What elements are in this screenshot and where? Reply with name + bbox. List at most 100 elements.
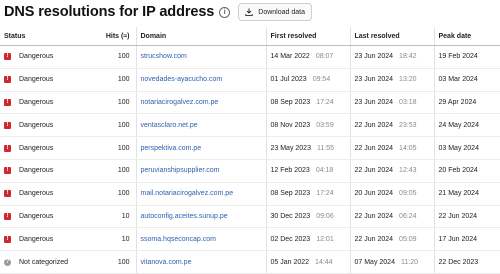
last-resolved-cell: 22 Jun 2024 05:09 — [349, 227, 434, 252]
domain-cell: autoconfig.aceites.sunup.pe — [135, 205, 266, 229]
domain-link[interactable]: ssoma.hqseconcap.com — [141, 236, 216, 243]
first-resolved-date: 30 Dec 2023 — [270, 212, 311, 220]
status-cell: ! Dangerous — [0, 91, 80, 115]
last-resolved-time: 09:05 — [399, 190, 417, 198]
peak-date-cell: 24 May 2024 — [433, 113, 500, 138]
last-resolved-cell: 23 Jun 2024 13:20 — [349, 68, 434, 92]
last-resolved-date: 22 Jun 2024 — [354, 167, 394, 175]
status-label: Dangerous — [19, 98, 54, 106]
peak-date-cell: 03 Mar 2024 — [433, 68, 500, 92]
column-header-domain[interactable]: Domain — [135, 27, 266, 46]
first-resolved-time: 17:24 — [316, 98, 334, 106]
page-title: DNS resolutions for IP address — [4, 4, 215, 20]
first-resolved-time: 04:18 — [315, 167, 334, 175]
domain-cell: peruvianshipsupplier.com — [135, 159, 266, 183]
column-header-last-resolved[interactable]: Last resolved — [349, 27, 434, 46]
column-header-status[interactable]: Status — [0, 27, 80, 46]
domain-link[interactable]: vitanova.com.pe — [141, 259, 192, 266]
domain-link[interactable]: autoconfig.aceites.sunup.pe — [141, 213, 228, 220]
hits-value: 10 — [80, 227, 136, 252]
domain-cell: mail.notariacirogalvez.com.pe — [135, 182, 266, 206]
table-row[interactable]: ! Dangerous 100 strucshow.com 14 Mar 2022 08:… — [0, 45, 500, 69]
domain-link[interactable]: mail.notariacirogalvez.com.pe — [141, 190, 234, 197]
table-row[interactable]: ! Dangerous 100 peruvianshipsupplier.com 12 … — [0, 159, 500, 183]
status-label: Dangerous — [19, 212, 54, 220]
first-resolved-date: 08 Nov 2023 — [270, 121, 311, 129]
table-row[interactable]: ! Dangerous 100 perspektiva.com.pe 23 May 20… — [0, 136, 500, 160]
domain-link[interactable]: perspektiva.com.pe — [141, 145, 202, 152]
status-label: Dangerous — [19, 235, 54, 243]
last-resolved-date: 22 Jun 2024 — [354, 121, 394, 129]
first-resolved-cell: 02 Dec 2023 12:01 — [265, 227, 350, 252]
last-resolved-time: 03:18 — [399, 98, 417, 106]
first-resolved-cell: 14 Mar 2022 08:07 — [265, 45, 350, 69]
last-resolved-cell: 07 May 2024 11:20 — [349, 250, 434, 274]
danger-icon: ! — [4, 190, 11, 198]
column-header-first-resolved[interactable]: First resolved — [265, 27, 350, 46]
status-cell: ! Dangerous — [0, 205, 80, 229]
status-cell: ? Not categorized — [0, 250, 80, 274]
hits-value: 100 — [80, 159, 136, 183]
domain-cell: ssoma.hqseconcap.com — [135, 227, 266, 252]
first-resolved-date: 23 May 2023 — [270, 144, 311, 152]
domain-link[interactable]: strucshow.com — [141, 53, 187, 60]
download-icon — [245, 8, 253, 16]
danger-icon: ! — [4, 121, 11, 129]
first-resolved-time: 14:44 — [315, 258, 333, 266]
peak-date-cell: 19 Feb 2024 — [433, 45, 500, 69]
first-resolved-date: 05 Jan 2022 — [270, 258, 310, 266]
first-resolved-date: 14 Mar 2022 — [270, 53, 310, 61]
table-row[interactable]: ! Dangerous 100 ventasclaro.net.pe 08 Nov 20… — [0, 113, 500, 138]
status-label: Dangerous — [19, 144, 54, 152]
status-cell: ! Dangerous — [0, 45, 80, 69]
status-label: Dangerous — [19, 53, 54, 61]
hits-value: 10 — [80, 205, 136, 229]
peak-date-cell: 20 Feb 2024 — [433, 159, 500, 183]
last-resolved-date: 07 May 2024 — [354, 258, 395, 266]
first-resolved-cell: 23 May 2023 11:55 — [265, 136, 350, 160]
table-row[interactable]: ! Dangerous 100 novedades-ayacucho.com 01 Ju… — [0, 68, 500, 92]
first-resolved-time: 03:59 — [316, 121, 334, 129]
table-row[interactable]: ! Dangerous 100 notariacirogalvez.com.pe 08 … — [0, 91, 500, 115]
status-cell: ! Dangerous — [0, 227, 80, 252]
danger-icon: ! — [4, 235, 11, 243]
domain-link[interactable]: peruvianshipsupplier.com — [141, 167, 220, 174]
domain-link[interactable]: notariacirogalvez.com.pe — [141, 99, 219, 106]
status-label: Dangerous — [19, 121, 54, 129]
column-header-peak-date[interactable]: Peak date — [433, 27, 500, 46]
first-resolved-date: 08 Sep 2023 — [270, 98, 311, 106]
status-label: Dangerous — [19, 167, 54, 175]
status-cell: ! Dangerous — [0, 113, 80, 138]
danger-icon: ! — [4, 53, 11, 61]
table-row[interactable]: ! Dangerous 10 ssoma.hqseconcap.com 02 Dec 2… — [0, 227, 500, 252]
danger-icon: ! — [4, 212, 11, 220]
column-header-hits[interactable]: Hits (≈) — [80, 27, 136, 46]
status-cell: ! Dangerous — [0, 136, 80, 160]
status-cell: ! Dangerous — [0, 182, 80, 206]
first-resolved-date: 12 Feb 2023 — [270, 167, 310, 175]
info-icon[interactable]: i — [219, 6, 231, 18]
last-resolved-time: 11:20 — [400, 258, 418, 266]
last-resolved-time: 18:42 — [399, 53, 417, 61]
domain-link[interactable]: novedades-ayacucho.com — [141, 76, 223, 83]
domain-cell: ventasclaro.net.pe — [135, 113, 266, 138]
last-resolved-time: 12:43 — [399, 167, 417, 175]
first-resolved-time: 09:54 — [312, 76, 331, 84]
last-resolved-cell: 22 Jun 2024 14:05 — [349, 136, 434, 160]
status-label: Not categorized — [19, 258, 69, 266]
table-row[interactable]: ! Dangerous 10 autoconfig.aceites.sunup.pe 3… — [0, 205, 500, 229]
download-data-button[interactable]: Download data — [238, 3, 312, 21]
last-resolved-date: 20 Jun 2024 — [354, 190, 394, 198]
first-resolved-cell: 05 Jan 2022 14:44 — [265, 250, 350, 274]
table-row[interactable]: ! Dangerous 100 mail.notariacirogalvez.com.… — [0, 182, 500, 206]
last-resolved-date: 23 Jun 2024 — [354, 76, 394, 84]
first-resolved-date: 01 Jul 2023 — [270, 76, 307, 84]
last-resolved-cell: 22 Jun 2024 06:24 — [349, 205, 434, 229]
first-resolved-date: 08 Sep 2023 — [270, 190, 311, 198]
hits-value: 100 — [80, 91, 136, 115]
last-resolved-date: 22 Jun 2024 — [354, 144, 394, 152]
domain-link[interactable]: ventasclaro.net.pe — [141, 122, 198, 129]
first-resolved-cell: 30 Dec 2023 09:06 — [265, 205, 350, 229]
peak-date-cell: 17 Jun 2024 — [433, 227, 500, 252]
table-row[interactable]: ? Not categorized 100 vitanova.com.pe 05 Jan… — [0, 250, 500, 274]
